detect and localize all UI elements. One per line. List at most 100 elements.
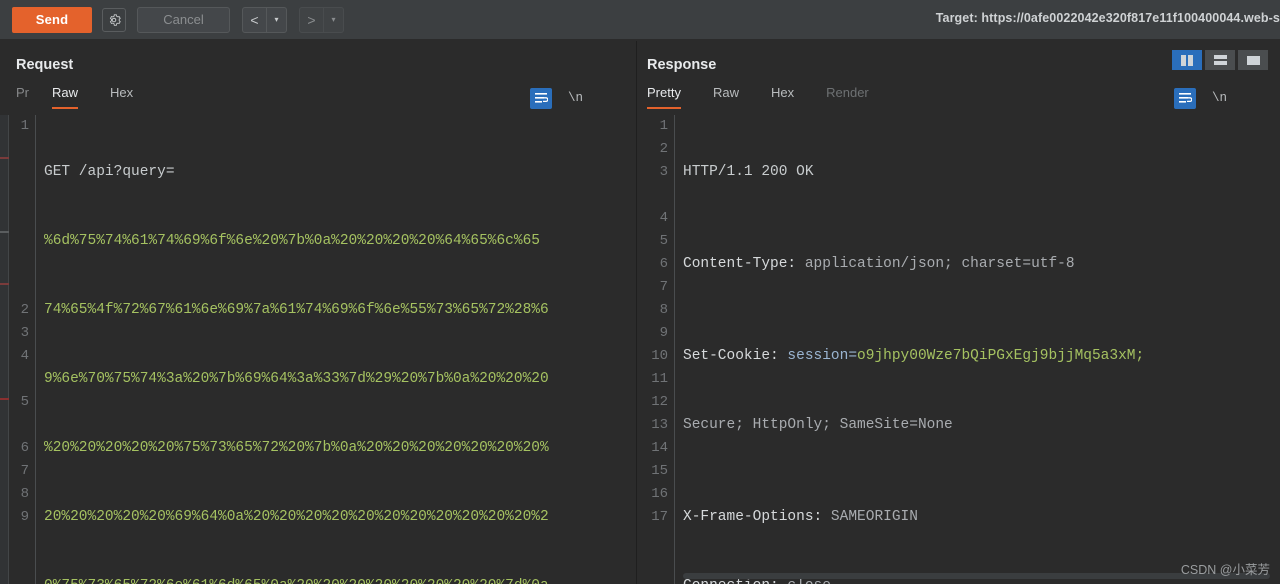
- cookie-value: o9jhpy00Wze7bQiPGxEgj9bjjMq5a3xM;: [857, 348, 1145, 364]
- response-code[interactable]: HTTP/1.1 200 OK Content-Type: applicatio…: [675, 115, 1272, 584]
- line-number: 4: [659, 210, 668, 226]
- cookie-attributes: Secure; HttpOnly; SameSite=None: [683, 417, 953, 433]
- line-number: 7: [659, 279, 668, 295]
- encoded-query-part: %6d%75%74%61%74%69%6f%6e%20%7b%0a%20%20%…: [44, 233, 540, 249]
- line-number: 3: [20, 325, 29, 341]
- encoded-query-part: 20%20%20%20%20%69%64%0a%20%20%20%20%20%2…: [44, 509, 549, 525]
- line-number-blank: [10, 207, 29, 230]
- word-wrap-icon[interactable]: [1173, 87, 1196, 109]
- tab-request-raw[interactable]: Raw: [52, 85, 79, 109]
- previous-request-group[interactable]: < ▾: [242, 6, 287, 33]
- next-arrow-icon[interactable]: >: [300, 7, 324, 32]
- response-header-line: X-Frame-Options: SAMEORIGIN: [683, 506, 1272, 529]
- request-line: 0%75%73%65%72%6e%61%6d%65%0a%20%20%20%20…: [44, 575, 618, 584]
- layout-split-vertical-button[interactable]: [1172, 50, 1202, 70]
- response-header-continued: Secure; HttpOnly; SameSite=None: [683, 414, 1272, 437]
- line-number: 2: [659, 141, 668, 157]
- request-line: 20%20%20%20%20%69%64%0a%20%20%20%20%20%2…: [44, 506, 618, 529]
- response-tabs: Pretty Raw Hex Render: [647, 85, 901, 113]
- tab-response-raw[interactable]: Raw: [713, 85, 739, 107]
- request-line: 74%65%4f%72%67%61%6e%69%7a%61%74%69%6f%6…: [44, 299, 618, 322]
- line-number: 12: [651, 394, 668, 410]
- line-number: 5: [20, 394, 29, 410]
- line-number-blank: [10, 253, 29, 276]
- encoded-query-part: 9%6e%70%75%74%3a%20%7b%69%64%3a%33%7d%29…: [44, 371, 549, 387]
- cookie-name: session=: [778, 348, 858, 364]
- request-tab-icons: \n: [529, 85, 614, 111]
- header-name: Set-Cookie:: [683, 348, 779, 364]
- request-method-line: GET /api?query=: [44, 164, 175, 180]
- marker: [0, 231, 9, 233]
- line-number-blank: [10, 276, 29, 299]
- encoded-query-part: %20%20%20%20%20%75%73%65%72%20%7b%0a%20%…: [44, 440, 549, 456]
- line-number: 17: [651, 509, 668, 525]
- gear-icon: [109, 13, 121, 26]
- header-name: X-Frame-Options:: [683, 509, 823, 525]
- response-pane: Response Pretty Raw Hex Render \n 1 2 3 …: [637, 41, 1280, 584]
- line-number-blank: [10, 368, 29, 391]
- cancel-button[interactable]: Cancel: [137, 6, 230, 33]
- newline-toggle-icon[interactable]: \n: [568, 91, 583, 105]
- line-number-blank: [10, 161, 29, 184]
- header-value: application/json; charset=utf-8: [796, 256, 1075, 272]
- request-line: %6d%75%74%61%74%69%6f%6e%20%7b%0a%20%20%…: [44, 230, 618, 253]
- header-value: SAMEORIGIN: [822, 509, 918, 525]
- tab-request-pretty[interactable]: Pr: [16, 85, 30, 107]
- line-number-blank: [10, 414, 29, 437]
- line-number: 6: [20, 440, 29, 456]
- tab-response-render[interactable]: Render: [826, 85, 869, 107]
- request-title: Request: [16, 57, 74, 73]
- line-number: 3: [659, 164, 668, 180]
- request-line: GET /api?query=: [44, 161, 618, 184]
- response-header-line: Set-Cookie: session=o9jhpy00Wze7bQiPGxEg…: [683, 345, 1272, 368]
- encoded-query-part: 74%65%4f%72%67%61%6e%69%7a%61%74%69%6f%6…: [44, 302, 549, 318]
- line-number: 8: [20, 486, 29, 502]
- line-number: 13: [651, 417, 668, 433]
- line-number: 1: [659, 118, 668, 134]
- layout-toggle-group: [1172, 50, 1268, 70]
- send-button[interactable]: Send: [12, 6, 92, 33]
- request-editor[interactable]: 1 2 3 4 5 6 7 8 9 GET /api?query= %6d%75…: [10, 115, 618, 584]
- line-number: 5: [659, 233, 668, 249]
- response-status-line: HTTP/1.1 200 OK: [683, 161, 1272, 184]
- request-code[interactable]: GET /api?query= %6d%75%74%61%74%69%6f%6e…: [36, 115, 618, 584]
- word-wrap-glyph-icon: [1178, 93, 1192, 103]
- line-number: 9: [20, 509, 29, 525]
- response-menu-icon[interactable]: [1243, 93, 1258, 104]
- word-wrap-icon[interactable]: [529, 87, 552, 109]
- marker: [0, 157, 9, 159]
- line-number: 16: [651, 486, 668, 502]
- line-number-blank: [10, 138, 29, 161]
- next-request-group[interactable]: > ▾: [299, 6, 344, 33]
- response-line-numbers: 1 2 3 4 5 6 7 8 9 10 11 12 13 14 15 16 1…: [645, 115, 675, 584]
- layout-single-pane-button[interactable]: [1238, 50, 1268, 70]
- target-url-label: Target: https://0afe0022042e320f817e11f1…: [935, 11, 1280, 25]
- response-editor[interactable]: 1 2 3 4 5 6 7 8 9 10 11 12 13 14 15 16 1…: [645, 115, 1272, 584]
- request-tabs: Pr Raw Hex: [16, 85, 165, 113]
- request-menu-icon[interactable]: [599, 93, 614, 104]
- request-marker-strip[interactable]: [0, 115, 9, 584]
- line-number: 8: [659, 302, 668, 318]
- next-dropdown-caret-icon[interactable]: ▾: [324, 8, 343, 32]
- settings-button[interactable]: [102, 7, 126, 32]
- line-number: 4: [20, 348, 29, 364]
- header-name: Content-Type:: [683, 256, 797, 272]
- tab-request-hex[interactable]: Hex: [110, 85, 133, 107]
- line-number-blank: [645, 184, 668, 207]
- line-number: 6: [659, 256, 668, 272]
- tab-response-hex[interactable]: Hex: [771, 85, 794, 107]
- word-wrap-glyph-icon: [534, 93, 548, 103]
- newline-toggle-icon[interactable]: \n: [1212, 91, 1227, 105]
- response-title: Response: [647, 57, 717, 73]
- line-number: 10: [651, 348, 668, 364]
- split-vertical-icon: [1181, 54, 1193, 66]
- line-number: 1: [20, 118, 29, 134]
- previous-dropdown-caret-icon[interactable]: ▾: [267, 8, 286, 32]
- request-pane: Request Pr Raw Hex \n 1 2 3 4 5 6 7 8 9 …: [0, 41, 637, 584]
- layout-split-horizontal-button[interactable]: [1205, 50, 1235, 70]
- single-pane-icon: [1246, 55, 1260, 65]
- tab-response-pretty[interactable]: Pretty: [647, 85, 681, 109]
- request-line: %20%20%20%20%20%75%73%65%72%20%7b%0a%20%…: [44, 437, 618, 460]
- line-number: 14: [651, 440, 668, 456]
- previous-arrow-icon[interactable]: <: [243, 7, 267, 32]
